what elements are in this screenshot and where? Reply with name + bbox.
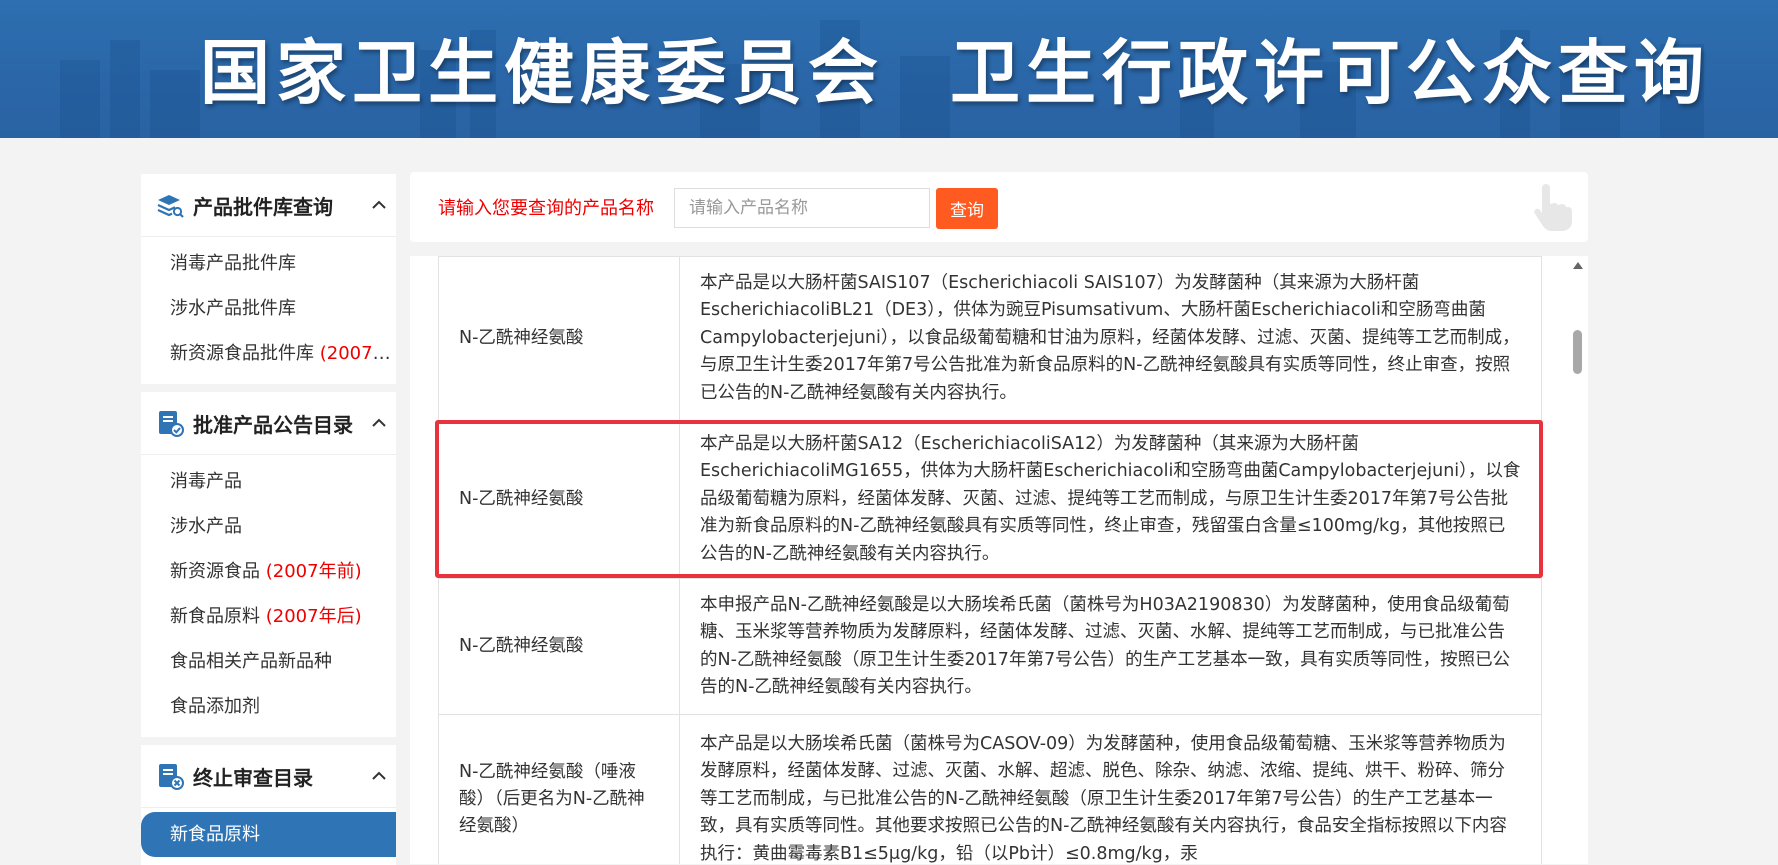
sidebar-item-suffix: (2007年前) — [319, 343, 396, 364]
sidebar-item-novel-food[interactable]: 新资源食品 (2007年前) — [141, 549, 396, 594]
product-description-cell: 本产品是以大肠杆菌SAIS107（Escherichiacoli SAIS107… — [679, 256, 1542, 421]
table-row: N-乙酰神经氨酸 本产品是以大肠杆菌SA12（EscherichiacoliSA… — [438, 420, 1542, 579]
chevron-up-icon[interactable] — [370, 196, 388, 214]
sidebar-item-label: 食品相关产品新品种 — [170, 651, 332, 672]
layers-search-icon — [157, 195, 184, 218]
scroll-up-arrow-icon[interactable] — [1573, 262, 1583, 269]
site-banner: 国家卫生健康委员会 卫生行政许可公众查询 — [0, 0, 1778, 138]
banner-title-right: 卫生行政许可公众查询 — [950, 31, 1710, 114]
sidebar-item-disinfection-products[interactable]: 消毒产品 — [141, 459, 396, 504]
sidebar-item-suffix: (2007年前) — [265, 561, 362, 582]
sidebar-item-disinfection-approvals[interactable]: 消毒产品批件库 — [141, 241, 396, 286]
document-check-icon — [159, 411, 184, 437]
search-input[interactable] — [674, 188, 930, 228]
sidebar-group-header[interactable]: 批准产品公告目录 — [141, 392, 396, 455]
product-description-cell: 本申报产品N-乙酰神经氨酸是以大肠埃希氏菌（菌株号为H03A2190830）为发… — [679, 578, 1542, 715]
sidebar-group-terminated-reviews: 终止审查目录 新食品原料 — [141, 745, 396, 865]
product-description-cell: 本产品是以大肠埃希氏菌（菌株号为CASOV-09）为发酵菌种，使用食品级葡萄糖、… — [679, 714, 1542, 864]
sidebar-item-novel-food-approvals[interactable]: 新资源食品批件库 (2007年前) — [141, 331, 396, 376]
sidebar-group-header[interactable]: 终止审查目录 — [141, 745, 396, 808]
sidebar-item-label: 新资源食品 — [170, 561, 266, 582]
sidebar-item-label: 涉水产品批件库 — [170, 298, 296, 319]
document-x-icon — [159, 764, 184, 790]
table-row: N-乙酰神经氨酸 本申报产品N-乙酰神经氨酸是以大肠埃希氏菌（菌株号为H03A2… — [438, 578, 1542, 715]
product-name-cell: N-乙酰神经氨酸 — [438, 578, 680, 715]
sidebar-group-product-approvals: 产品批件库查询 消毒产品批件库 涉水产品批件库 新资源食品批件库 (2007年前… — [141, 174, 396, 384]
sidebar-group-approved-announcements: 批准产品公告目录 消毒产品 涉水产品 新资源食品 (2007年前) 新食品原料 … — [141, 392, 396, 737]
sidebar-group-header[interactable]: 产品批件库查询 — [141, 174, 396, 237]
hand-pointer-icon — [1534, 184, 1572, 231]
sidebar-item-water-products[interactable]: 涉水产品 — [141, 504, 396, 549]
results-table: N-乙酰神经氨酸 本产品是以大肠杆菌SAIS107（Escherichiacol… — [438, 256, 1542, 864]
product-description-cell: 本产品是以大肠杆菌SA12（EscherichiacoliSA12）为发酵菌种（… — [679, 420, 1542, 579]
search-panel: 请输入您要查询的产品名称 查询 — [410, 172, 1588, 242]
sidebar-item-label: 新食品原料 — [170, 824, 260, 845]
sidebar-group-title: 终止审查目录 — [193, 765, 313, 790]
sidebar-item-label: 新资源食品批件库 — [170, 343, 320, 364]
sidebar-group-title: 产品批件库查询 — [193, 194, 333, 219]
search-button[interactable]: 查询 — [936, 188, 998, 229]
sidebar-list: 新食品原料 — [141, 808, 396, 865]
sidebar-item-label: 消毒产品批件库 — [170, 253, 296, 274]
table-row: N-乙酰神经氨酸 本产品是以大肠杆菌SAIS107（Escherichiacol… — [438, 256, 1542, 421]
product-name-cell: N-乙酰神经氨酸（唾液酸）（后更名为N-乙酰神经氨酸） — [438, 714, 680, 864]
table-row: N-乙酰神经氨酸（唾液酸）（后更名为N-乙酰神经氨酸） 本产品是以大肠埃希氏菌（… — [438, 714, 1542, 864]
sidebar-group-title: 批准产品公告目录 — [193, 412, 353, 437]
sidebar-item-water-approvals[interactable]: 涉水产品批件库 — [141, 286, 396, 331]
sidebar-list: 消毒产品 涉水产品 新资源食品 (2007年前) 新食品原料 (2007年后) … — [141, 455, 396, 737]
sidebar-item-label: 食品添加剂 — [170, 696, 260, 717]
search-label: 请输入您要查询的产品名称 — [438, 198, 654, 219]
banner-title-left: 国家卫生健康委员会 — [200, 31, 884, 114]
sidebar-item-label: 涉水产品 — [170, 516, 242, 537]
product-name-cell: N-乙酰神经氨酸 — [438, 420, 680, 579]
scrollbar-thumb[interactable] — [1573, 330, 1582, 374]
product-name-cell: N-乙酰神经氨酸 — [438, 256, 680, 421]
sidebar-list: 消毒产品批件库 涉水产品批件库 新资源食品批件库 (2007年前) — [141, 237, 396, 384]
sidebar-item-label: 消毒产品 — [170, 471, 242, 492]
sidebar-item-food-additives[interactable]: 食品添加剂 — [141, 684, 396, 729]
vertical-scrollbar[interactable] — [1568, 256, 1588, 864]
results-panel: N-乙酰神经氨酸 本产品是以大肠杆菌SAIS107（Escherichiacol… — [410, 256, 1588, 864]
sidebar-item-label: 新食品原料 — [170, 606, 266, 627]
sidebar-item-suffix: (2007年后) — [265, 606, 362, 627]
sidebar-item-food-related-new-varieties[interactable]: 食品相关产品新品种 — [141, 639, 396, 684]
sidebar: 产品批件库查询 消毒产品批件库 涉水产品批件库 新资源食品批件库 (2007年前… — [141, 174, 396, 865]
chevron-up-icon[interactable] — [370, 414, 388, 432]
chevron-up-icon[interactable] — [370, 767, 388, 785]
sidebar-item-terminated-new-food-materials[interactable]: 新食品原料 — [141, 812, 396, 857]
sidebar-item-new-food-materials[interactable]: 新食品原料 (2007年后) — [141, 594, 396, 639]
